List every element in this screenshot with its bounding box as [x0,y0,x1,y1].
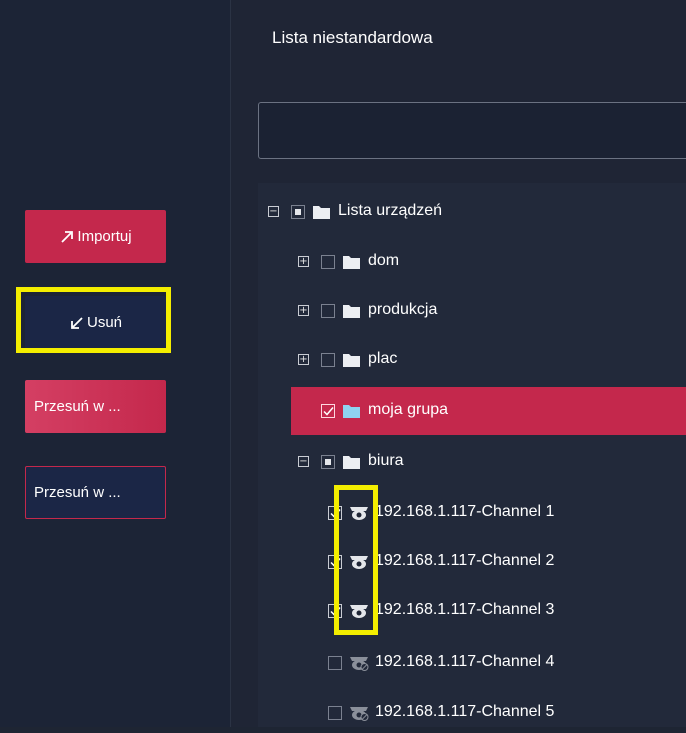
tree-channel-row[interactable]: 192.168.1.117-Channel 4 [258,643,686,683]
import-button[interactable]: Importuj [25,210,166,263]
expand-icon[interactable]: + [298,305,309,316]
tree-group-row-produkcja[interactable]: + produkcja [258,291,686,331]
tree-channel-row[interactable]: 192.168.1.117-Channel 3 [258,591,686,631]
group-label: produkcja [368,301,438,318]
channel-label: 192.168.1.117-Channel 1 [375,503,555,520]
panel-title: Lista niestandardowa [272,28,433,47]
collapse-icon[interactable]: − [268,206,279,217]
move-to-button-primary[interactable]: Przesuń w ... [25,380,166,433]
group-checkbox[interactable] [321,353,335,367]
search-input[interactable] [258,102,686,159]
folder-icon [343,405,360,418]
remove-button-label: Usuń [86,314,123,331]
camera-offline-icon [350,707,369,721]
group-checkbox[interactable] [321,304,335,318]
group-checkbox[interactable] [321,404,335,418]
folder-icon [343,456,360,469]
tree-group-row-moja-grupa[interactable]: moja grupa [291,387,686,435]
move-to-button-secondary-label: Przesuń w ... [34,484,121,501]
group-checkbox[interactable] [321,455,335,469]
channel-label: 192.168.1.117-Channel 2 [375,552,555,569]
tree-channel-row[interactable]: 192.168.1.117-Channel 1 [258,493,686,533]
camera-offline-icon [350,657,369,671]
expand-icon[interactable]: + [298,354,309,365]
move-to-button-primary-label: Przesuń w ... [34,398,121,415]
tree-root-label: Lista urządzeń [338,202,443,219]
tree-root-row[interactable]: − Lista urządzeń [258,192,686,232]
device-tree: − Lista urządzeń + dom + produkcja + pla… [258,183,686,727]
channel-checkbox[interactable] [328,555,342,569]
channel-checkbox[interactable] [328,604,342,618]
group-label: dom [368,252,400,269]
camera-icon [350,507,368,520]
folder-icon [343,256,360,269]
tree-root-checkbox[interactable] [291,205,305,219]
channel-label: 192.168.1.117-Channel 5 [375,703,555,720]
remove-button[interactable]: Usuń [25,296,166,349]
folder-icon [313,206,330,219]
tree-group-row-plac[interactable]: + plac [258,340,686,380]
tree-group-row-biura[interactable]: − biura [258,442,686,482]
camera-icon [350,556,368,569]
folder-icon [343,305,360,318]
collapse-icon[interactable]: − [298,456,309,467]
tree-channel-row[interactable]: 192.168.1.117-Channel 5 [258,693,686,733]
group-label: plac [368,350,398,367]
channel-label: 192.168.1.117-Channel 4 [375,653,555,670]
expand-icon[interactable]: + [298,256,309,267]
right-panel: Lista niestandardowa − Lista urządzeń + … [231,0,686,727]
group-checkbox[interactable] [321,255,335,269]
group-label: moja grupa [368,401,449,418]
tree-group-row-dom[interactable]: + dom [258,242,686,282]
camera-icon [350,605,368,618]
left-panel: Importuj Usuń Przesuń w ... Przesuń w ..… [0,0,230,727]
move-to-button-secondary[interactable]: Przesuń w ... [25,466,166,519]
channel-checkbox[interactable] [328,506,342,520]
tree-channel-row[interactable]: 192.168.1.117-Channel 2 [258,542,686,582]
arrow-up-right-icon [59,229,75,245]
group-label: biura [368,452,404,469]
arrow-down-left-icon [69,315,85,331]
channel-checkbox[interactable] [328,706,342,720]
channel-label: 192.168.1.117-Channel 3 [375,601,555,618]
channel-checkbox[interactable] [328,656,342,670]
import-button-label: Importuj [77,228,132,245]
folder-icon [343,354,360,367]
